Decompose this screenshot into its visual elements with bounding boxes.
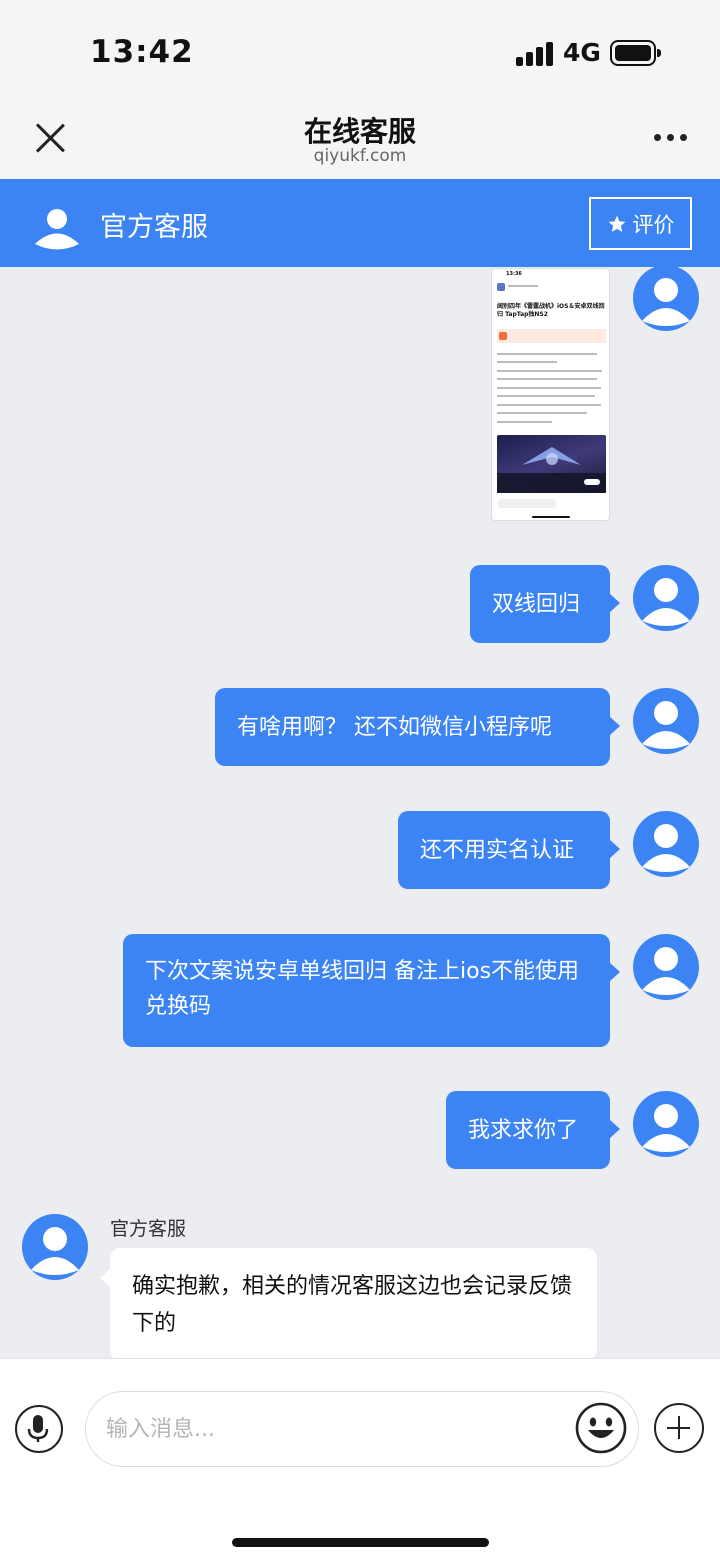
home-indicator <box>232 1538 489 1547</box>
signal-icon <box>516 42 554 66</box>
user-avatar <box>633 688 699 754</box>
message-bubble[interactable]: 还不用实名认证 <box>398 811 620 889</box>
agent-name: 官方客服 <box>100 212 208 243</box>
status-time: 13:42 <box>90 34 194 70</box>
user-avatar <box>633 811 699 877</box>
user-avatar <box>633 934 699 1000</box>
star-icon <box>608 215 625 232</box>
input-bar <box>0 1358 720 1561</box>
user-avatar <box>633 265 699 331</box>
screenshot-time: 13:36 <box>506 271 522 277</box>
microphone-button[interactable] <box>15 1405 63 1453</box>
message-text: 有啥用啊？ 还不如微信小程序呢 <box>237 715 552 740</box>
agent-avatar-icon <box>35 209 79 250</box>
rate-button[interactable]: 评价 <box>589 197 692 250</box>
message-text: 下次文案说安卓单线回归 备注上ios不能使用兑换码 <box>145 959 580 1019</box>
reply-text: 确实抱歉，相关的情况客服这边也会记录反馈下的 <box>132 1274 573 1336</box>
message-text: 我求求你了 <box>468 1118 579 1143</box>
message-input[interactable] <box>85 1391 639 1467</box>
plus-button[interactable] <box>654 1403 704 1453</box>
user-avatar <box>633 1091 699 1157</box>
more-icon[interactable] <box>652 132 688 144</box>
microphone-icon <box>28 1415 49 1443</box>
battery-icon <box>610 40 661 66</box>
reply-bubble[interactable]: 确实抱歉，相关的情况客服这边也会记录反馈下的 <box>100 1248 597 1360</box>
agent-header: 官方客服 评价 <box>0 179 720 267</box>
reply-sender: 官方客服 <box>110 1218 187 1240</box>
shared-screenshot[interactable]: 13:36 阔别四年《雷霆战机》iOS＆安卓双线回归 TapTap独NS2 <box>491 268 610 521</box>
message-bubble[interactable]: 双线回归 <box>470 565 620 643</box>
page-domain: qiyukf.com <box>313 146 407 166</box>
message-bubble[interactable]: 有啥用啊？ 还不如微信小程序呢 <box>215 688 620 766</box>
screenshot-title: 阔别四年《雷霆战机》iOS＆安卓双线回归 TapTap独NS2 <box>497 303 605 318</box>
message-text: 双线回归 <box>492 592 581 617</box>
network-type: 4G <box>563 38 601 67</box>
top-area: 13:42 4G 在线客服 qiyukf.com <box>0 0 720 179</box>
message-bubble[interactable]: 我求求你了 <box>446 1091 620 1169</box>
emoji-icon[interactable] <box>575 1402 627 1454</box>
message-text: 还不用实名认证 <box>420 838 575 863</box>
page-title: 在线客服 <box>303 115 416 148</box>
agent-avatar <box>22 1214 88 1280</box>
message-bubble[interactable]: 下次文案说安卓单线回归 备注上ios不能使用兑换码 <box>123 934 620 1047</box>
user-avatar <box>633 565 699 631</box>
rate-label: 评价 <box>632 212 675 237</box>
